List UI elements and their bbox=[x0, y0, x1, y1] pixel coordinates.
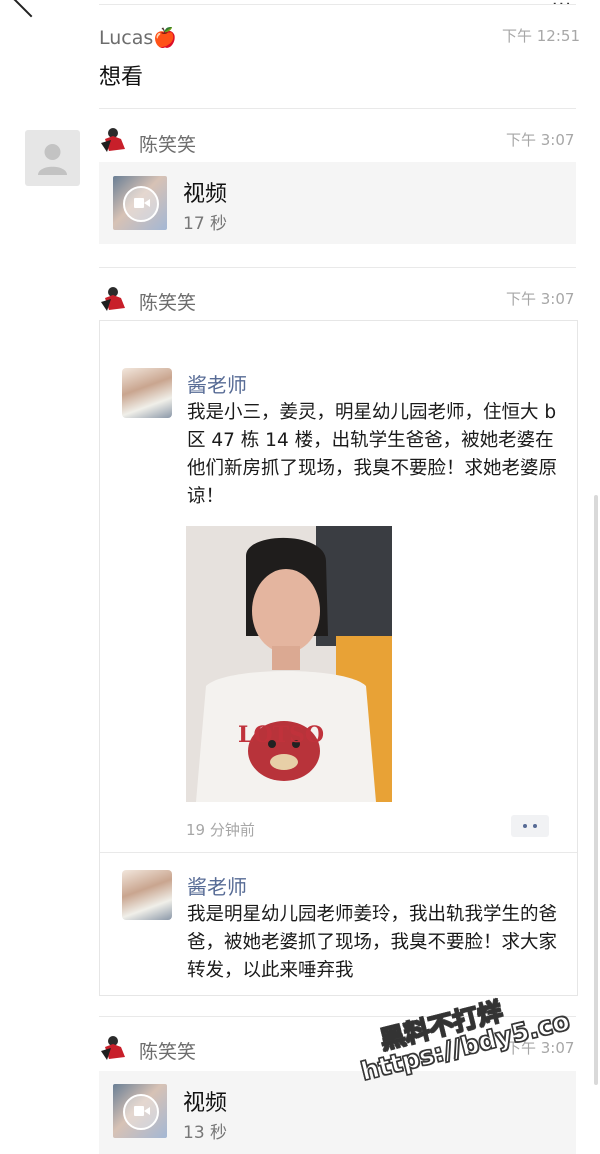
divider bbox=[100, 852, 577, 853]
sender-avatar bbox=[99, 1035, 127, 1061]
divider bbox=[99, 108, 576, 109]
video-duration: 17 秒 bbox=[183, 214, 228, 234]
video-play-icon bbox=[123, 1094, 159, 1130]
video-thumbnail bbox=[113, 1084, 167, 1138]
moment-avatar[interactable] bbox=[122, 870, 172, 920]
default-avatar[interactable] bbox=[25, 130, 80, 186]
message-text: 想看 bbox=[99, 65, 144, 90]
divider bbox=[99, 1016, 576, 1017]
divider bbox=[99, 4, 576, 5]
more-actions-button[interactable] bbox=[511, 815, 549, 837]
video-card[interactable]: 视频 17 秒 bbox=[99, 162, 576, 244]
video-play-icon bbox=[123, 186, 159, 222]
moment-text: 我是小三，姜灵，明星幼儿园老师，住恒大 b 区 47 栋 14 楼，出轨学生爸爸… bbox=[187, 402, 558, 507]
moment-photo[interactable]: LOTSO bbox=[186, 526, 392, 802]
sender-name: 陈笑笑 bbox=[139, 1041, 197, 1063]
moment-text: 我是明星幼儿园老师姜玲，我出轨我学生的爸爸，被她老婆抓了现场，我臭不要脸！求大家… bbox=[187, 904, 558, 981]
photo-print-text: LOTSO bbox=[238, 722, 325, 748]
message-time: 下午 3:07 bbox=[506, 131, 575, 149]
sender-avatar bbox=[99, 286, 127, 312]
divider bbox=[99, 267, 576, 268]
person-icon bbox=[38, 144, 67, 175]
moment-author[interactable]: 酱老师 bbox=[187, 369, 247, 398]
sender-name: 陈笑笑 bbox=[139, 134, 197, 156]
moment-time: 19 分钟前 bbox=[186, 821, 255, 839]
message-time: 下午 12:51 bbox=[502, 27, 580, 45]
forwarded-moments-card[interactable]: 酱老师 我是小三，姜灵，明星幼儿园老师，住恒大 b 区 47 栋 14 楼，出轨… bbox=[99, 320, 578, 996]
sender-avatar bbox=[99, 127, 127, 153]
video-title: 视频 bbox=[183, 1091, 228, 1116]
video-duration: 13 秒 bbox=[183, 1123, 228, 1143]
message-time: 下午 3:07 bbox=[506, 290, 575, 308]
moment-author[interactable]: 酱老师 bbox=[187, 871, 247, 900]
more-icon[interactable]: ··· bbox=[552, 0, 572, 15]
sender-name: Lucas🍎 bbox=[99, 27, 177, 49]
back-chevron-icon[interactable] bbox=[12, 0, 50, 18]
video-thumbnail bbox=[113, 176, 167, 230]
moment-avatar[interactable] bbox=[122, 368, 172, 418]
scrollbar[interactable] bbox=[594, 495, 598, 1085]
video-title: 视频 bbox=[183, 182, 228, 207]
video-card[interactable]: 视频 13 秒 bbox=[99, 1071, 576, 1154]
sender-name: 陈笑笑 bbox=[139, 292, 197, 314]
